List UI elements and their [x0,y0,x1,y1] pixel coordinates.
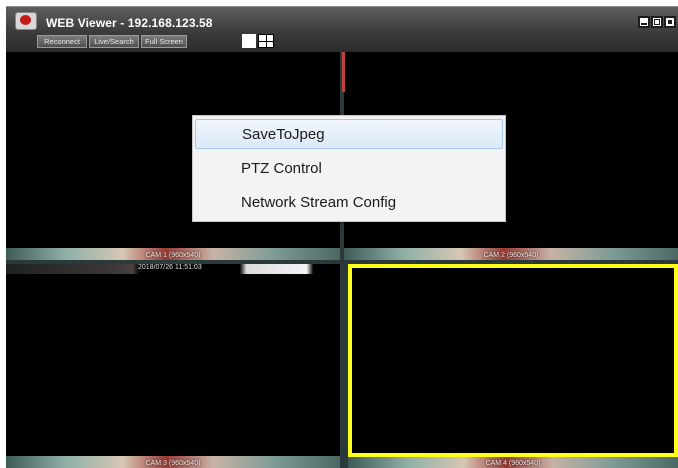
camera-3-label: CAM 3 (960x540) [145,460,201,467]
menu-item-ptz-control[interactable]: PTZ Control [195,154,503,184]
window-title: WEB Viewer - 192.168.123.58 [46,16,213,30]
camera-4-label: CAM 4 (960x540) [485,460,541,467]
full-screen-button[interactable]: Full Screen [141,35,187,48]
live-search-button[interactable]: Live/Search [89,35,139,48]
camera-1-label: CAM 1 (960x540) [145,252,201,259]
quad-view-layout-icon[interactable] [258,34,274,48]
camera-view-3[interactable]: 2018/07/26 11:51:03 CAM 3 (960x540) [6,264,340,468]
camera-view-4[interactable] [348,264,678,457]
camera-2-preview-strip: CAM 2 (960x540) [344,248,678,260]
reconnect-button[interactable]: Reconnect [37,35,87,48]
camera-4-preview-strip: CAM 4 (960x540) [348,457,678,468]
camera-4-footer: CAM 4 (960x540) [348,457,678,468]
titlebar: WEB Viewer - 192.168.123.58 Reconnect Li… [6,6,678,52]
single-view-layout-icon[interactable] [242,34,256,48]
camera-3-top-strip: 2018/07/26 11:51:03 [6,264,340,274]
maximize-icon[interactable] [651,16,663,28]
menu-item-save-to-jpeg[interactable]: SaveToJpeg [195,119,503,149]
close-icon[interactable] [664,16,676,28]
minimize-icon[interactable] [638,16,650,28]
context-menu: SaveToJpeg PTZ Control Network Stream Co… [192,115,506,222]
app-logo-icon [15,12,37,30]
camera-3-preview-strip: CAM 3 (960x540) [6,456,340,468]
camera-2-label: CAM 2 (960x540) [483,252,539,259]
divider [342,52,345,92]
camera-1-preview-strip: CAM 1 (960x540) [6,248,340,260]
menu-item-network-stream-config[interactable]: Network Stream Config [195,188,503,218]
camera-timestamp: 2018/07/26 11:51:03 [138,264,202,271]
